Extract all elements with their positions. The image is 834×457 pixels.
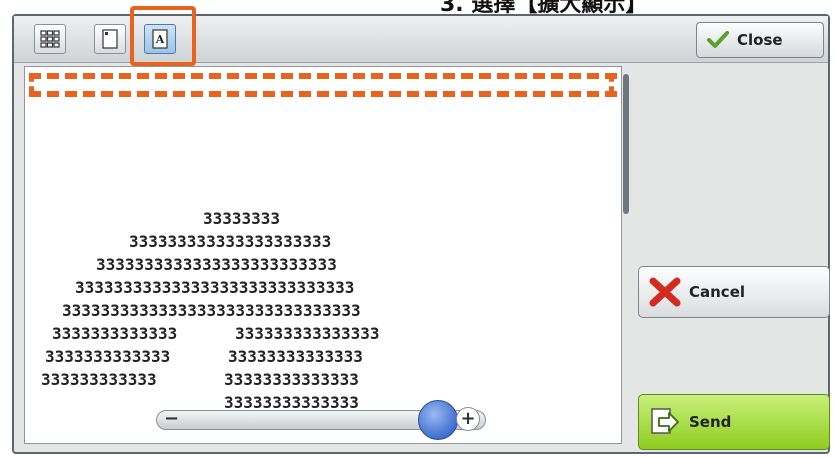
margin-guide-left — [29, 73, 34, 95]
selection-highlight — [130, 6, 196, 66]
preview-line: 33333333 — [203, 209, 281, 228]
zoom-slider[interactable]: − + — [156, 400, 496, 440]
document-preview[interactable]: 33333333 333333333333333333333 333333333… — [24, 66, 622, 444]
send-button[interactable]: Send — [638, 394, 830, 450]
preview-line: 3333333333333333333333333 — [96, 255, 337, 274]
margin-guide-right — [609, 73, 614, 95]
margin-guide-bottom — [29, 91, 617, 97]
preview-line: 33333333333333333333333333333 — [75, 278, 355, 297]
preview-line: 333333333333333333333 — [129, 232, 332, 251]
cancel-button[interactable]: Cancel — [638, 266, 830, 318]
zoom-in-icon[interactable]: + — [456, 407, 480, 431]
send-arrow-icon — [649, 407, 681, 437]
vertical-scrollbar[interactable] — [623, 74, 629, 214]
zoom-handle[interactable] — [418, 400, 458, 440]
thumbnail-view-button[interactable] — [34, 24, 66, 54]
preview-line: 333333333333 33333333333333 — [41, 370, 359, 389]
preview-line: 3333333333333 33333333333333 — [45, 347, 363, 366]
check-icon — [707, 31, 729, 49]
cancel-label: Cancel — [689, 283, 746, 301]
page-icon — [102, 29, 118, 49]
preview-line: 3333333333333 333333333333333 — [52, 324, 380, 343]
close-button[interactable]: Close — [696, 22, 824, 58]
close-label: Close — [737, 31, 783, 49]
grid-icon — [40, 30, 60, 48]
red-x-icon — [649, 277, 681, 307]
single-page-view-button[interactable] — [94, 24, 126, 54]
preview-line: 3333333333333333333333333333333 — [62, 301, 361, 320]
margin-guide-top — [29, 73, 617, 79]
send-label: Send — [689, 413, 732, 431]
zoom-out-icon[interactable]: − — [164, 408, 179, 429]
